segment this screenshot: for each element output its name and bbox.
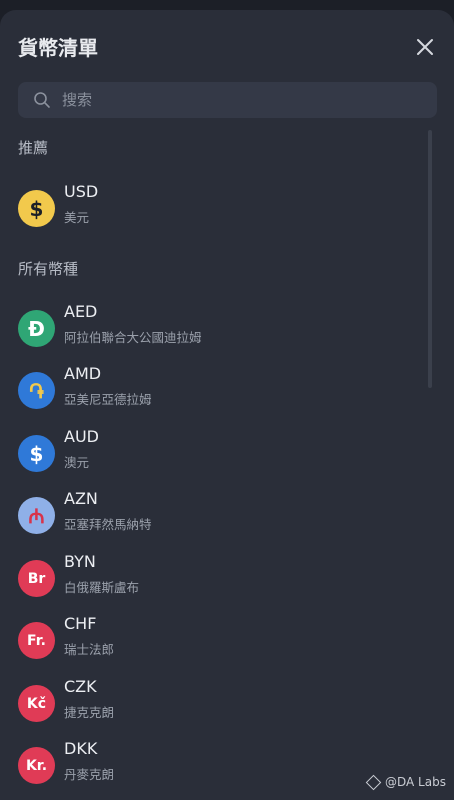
currency-row-azn[interactable]: ₼ AZN 亞塞拜然馬納特 <box>18 489 418 549</box>
amd-coin-icon: ֏ <box>18 372 55 409</box>
currency-row-aud[interactable]: $ AUD 澳元 <box>18 427 418 487</box>
scrollbar[interactable] <box>428 130 432 388</box>
coin-symbol: Kč <box>26 695 47 712</box>
currency-code: AED <box>64 302 98 321</box>
currency-code: CHF <box>64 614 97 633</box>
dkk-coin-icon: Kr. <box>18 747 55 784</box>
currency-name: 亞塞拜然馬納特 <box>64 517 152 532</box>
currency-code: BYN <box>64 552 96 571</box>
currency-row-czk[interactable]: Kč CZK 捷克克朗 <box>18 677 418 737</box>
coin-symbol: $ <box>29 441 44 466</box>
aed-coin-icon: Đ <box>18 310 55 347</box>
watermark-text: @DA Labs <box>385 775 446 789</box>
coin-symbol: Kr. <box>25 757 48 774</box>
close-icon <box>417 39 433 55</box>
currency-list-sheet: 貨幣清單 推薦 $ USD 美元 所有幣種 Đ AED 阿拉伯聯合大公國迪拉姆 <box>0 10 454 800</box>
currency-code: DKK <box>64 739 98 758</box>
currency-name: 澳元 <box>64 455 90 470</box>
coin-symbol: Đ <box>28 316 45 341</box>
search-input[interactable] <box>60 90 404 110</box>
coin-symbol: ₼ <box>28 504 45 528</box>
currency-name: 美元 <box>64 210 90 225</box>
currency-code: USD <box>64 182 99 201</box>
diamond-icon <box>365 774 382 790</box>
byn-coin-icon: Br <box>18 560 55 597</box>
close-button[interactable] <box>410 32 440 62</box>
aud-coin-icon: $ <box>18 435 55 472</box>
currency-name: 亞美尼亞德拉姆 <box>64 392 152 407</box>
usd-coin-icon: $ <box>18 190 55 227</box>
currency-name: 白俄羅斯盧布 <box>64 580 140 595</box>
section-label-recommended: 推薦 <box>18 139 49 157</box>
currency-row-chf[interactable]: Fr. CHF 瑞士法郎 <box>18 614 418 674</box>
search-icon <box>32 90 52 110</box>
section-label-all: 所有幣種 <box>18 260 79 278</box>
coin-symbol: Fr. <box>27 632 46 649</box>
search-bar[interactable] <box>18 82 437 118</box>
watermark: @DA Labs <box>365 774 446 790</box>
currency-row-dkk[interactable]: Kr. DKK 丹麥克朗 <box>18 739 418 799</box>
currency-name: 捷克克朗 <box>64 705 115 720</box>
czk-coin-icon: Kč <box>18 685 55 722</box>
currency-name: 瑞士法郎 <box>64 642 115 657</box>
coin-symbol: Br <box>27 570 46 587</box>
coin-symbol: ֏ <box>29 378 44 403</box>
chf-coin-icon: Fr. <box>18 622 55 659</box>
currency-row-amd[interactable]: ֏ AMD 亞美尼亞德拉姆 <box>18 364 418 424</box>
currency-name: 丹麥克朗 <box>64 767 115 782</box>
coin-symbol: $ <box>29 196 44 221</box>
azn-coin-icon: ₼ <box>18 497 55 534</box>
page-title: 貨幣清單 <box>18 36 98 60</box>
currency-name: 阿拉伯聯合大公國迪拉姆 <box>64 330 202 345</box>
currency-code: AZN <box>64 489 98 508</box>
currency-row-aed[interactable]: Đ AED 阿拉伯聯合大公國迪拉姆 <box>18 302 418 362</box>
currency-row-usd[interactable]: $ USD 美元 <box>18 182 418 242</box>
currency-code: AMD <box>64 364 102 383</box>
currency-code: CZK <box>64 677 97 696</box>
currency-code: AUD <box>64 427 99 446</box>
currency-row-byn[interactable]: Br BYN 白俄羅斯盧布 <box>18 552 418 612</box>
